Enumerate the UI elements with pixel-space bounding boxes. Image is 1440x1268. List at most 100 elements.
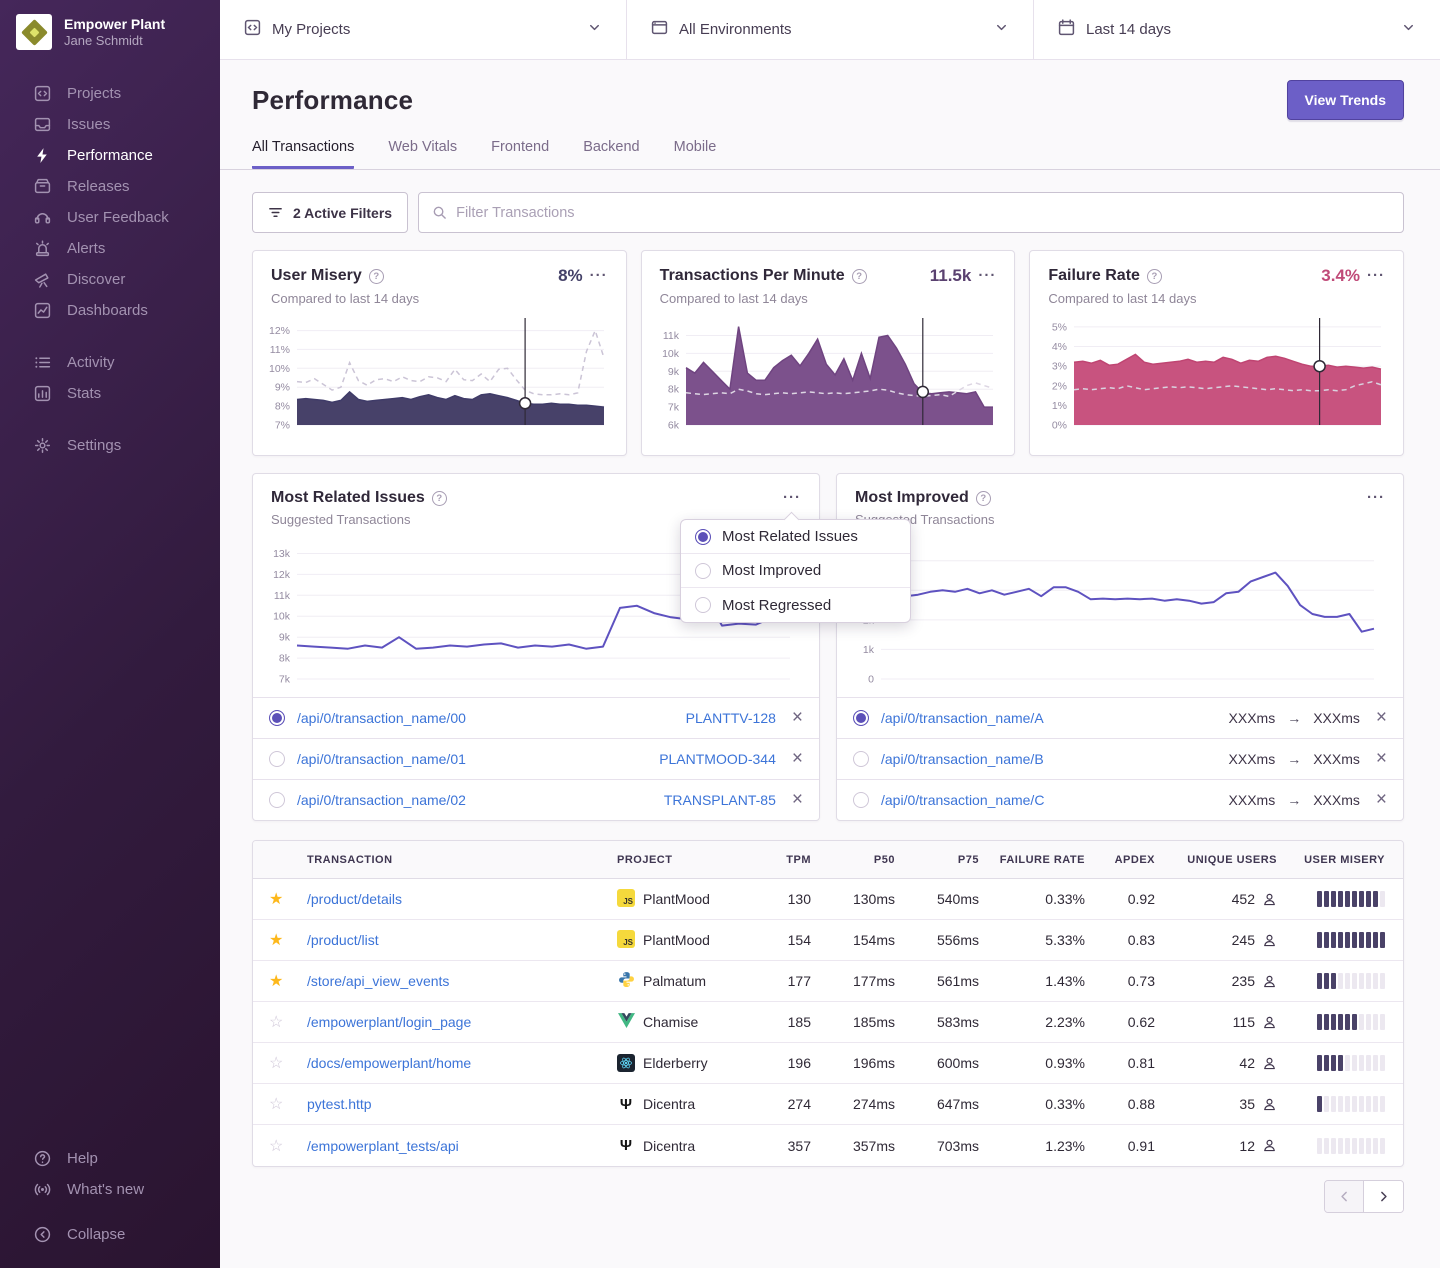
- sidebar-item-whats-new[interactable]: What's new: [0, 1174, 220, 1205]
- list-item[interactable]: /api/0/transaction_name/C XXXms XXXms: [837, 779, 1403, 820]
- tab-mobile[interactable]: Mobile: [674, 139, 717, 169]
- org-switcher[interactable]: Empower Plant Jane Schmidt: [0, 14, 220, 50]
- sidebar-item-dashboards[interactable]: Dashboards: [0, 295, 220, 326]
- table-row[interactable]: ★ /product/list PlantMood 154 154ms 556m…: [253, 920, 1403, 961]
- list-item[interactable]: /api/0/transaction_name/B XXXms XXXms: [837, 738, 1403, 779]
- issue-tag-link[interactable]: PLANTMOOD-344: [659, 751, 776, 767]
- failure-rate-card: Failure Rate 3.4% Compared to last 14 da…: [1029, 250, 1404, 456]
- list-item[interactable]: /api/0/transaction_name/A XXXms XXXms: [837, 697, 1403, 738]
- radio-button[interactable]: [853, 751, 869, 767]
- transaction-link[interactable]: /docs/empowerplant/home: [307, 1055, 471, 1071]
- card-subtitle: Suggested Transactions: [837, 507, 1403, 527]
- search-input[interactable]: [456, 205, 1390, 221]
- list-item[interactable]: /api/0/transaction_name/02 TRANSPLANT-85: [253, 779, 819, 820]
- sidebar-item-performance[interactable]: Performance: [0, 140, 220, 171]
- menu-item-most-related-issues[interactable]: Most Related Issues: [681, 520, 910, 554]
- table-row[interactable]: ★ /store/api_view_events Palmatum 177 17…: [253, 961, 1403, 1002]
- column-header-project[interactable]: PROJECT: [609, 854, 761, 866]
- menu-item-most-regressed[interactable]: Most Regressed: [681, 588, 910, 622]
- table-row[interactable]: ☆ /empowerplant_tests/api Dicentra 357 3…: [253, 1125, 1403, 1166]
- list-item[interactable]: /api/0/transaction_name/00 PLANTTV-128: [253, 697, 819, 738]
- column-header-p50[interactable]: P50: [819, 854, 903, 866]
- transaction-link[interactable]: /api/0/transaction_name/02: [297, 792, 466, 808]
- star-toggle[interactable]: ★: [269, 973, 283, 990]
- issue-tag-link[interactable]: TRANSPLANT-85: [664, 792, 776, 808]
- column-header-unique-users[interactable]: UNIQUE USERS: [1163, 854, 1285, 866]
- transaction-link[interactable]: /store/api_view_events: [307, 973, 449, 989]
- close-icon[interactable]: [1372, 711, 1387, 725]
- more-options-icon[interactable]: [783, 493, 801, 503]
- more-options-icon[interactable]: [978, 271, 996, 281]
- close-icon[interactable]: [1372, 752, 1387, 766]
- close-icon[interactable]: [788, 711, 803, 725]
- column-header-user-misery[interactable]: USER MISERY: [1285, 854, 1403, 866]
- table-row[interactable]: ☆ pytest.http Dicentra 274 274ms 647ms 0…: [253, 1084, 1403, 1125]
- transaction-link[interactable]: /api/0/transaction_name/B: [881, 751, 1044, 767]
- table-row[interactable]: ☆ /empowerplant/login_page Chamise 185 1…: [253, 1002, 1403, 1043]
- radio-button[interactable]: [269, 792, 285, 808]
- issue-tag-link[interactable]: PLANTTV-128: [686, 710, 776, 726]
- column-header-tpm[interactable]: TPM: [761, 854, 819, 866]
- sidebar-item-alerts[interactable]: Alerts: [0, 233, 220, 264]
- transaction-link[interactable]: /api/0/transaction_name/A: [881, 710, 1044, 726]
- more-options-icon[interactable]: [1367, 271, 1385, 281]
- menu-item-most-improved[interactable]: Most Improved: [681, 554, 910, 588]
- sidebar-item-discover[interactable]: Discover: [0, 264, 220, 295]
- sidebar-item-releases[interactable]: Releases: [0, 171, 220, 202]
- column-header-p75[interactable]: P75: [903, 854, 987, 866]
- close-icon[interactable]: [1372, 793, 1387, 807]
- radio-button[interactable]: [853, 792, 869, 808]
- previous-page-button[interactable]: [1325, 1181, 1364, 1212]
- radio-button[interactable]: [269, 751, 285, 767]
- list-item[interactable]: /api/0/transaction_name/01 PLANTMOOD-344: [253, 738, 819, 779]
- help-icon[interactable]: [852, 269, 867, 284]
- sidebar-item-stats[interactable]: Stats: [0, 378, 220, 409]
- next-page-button[interactable]: [1364, 1181, 1403, 1212]
- star-toggle[interactable]: ☆: [269, 1055, 283, 1072]
- project-filter-dropdown[interactable]: My Projects: [220, 0, 627, 59]
- environment-filter-dropdown[interactable]: All Environments: [627, 0, 1034, 59]
- transaction-link[interactable]: /empowerplant/login_page: [307, 1014, 471, 1030]
- transaction-link[interactable]: /api/0/transaction_name/00: [297, 710, 466, 726]
- tab-all-transactions[interactable]: All Transactions: [252, 139, 354, 169]
- transaction-link[interactable]: /product/list: [307, 932, 379, 948]
- active-filters-button[interactable]: 2 Active Filters: [252, 192, 408, 233]
- column-header-transaction[interactable]: TRANSACTION: [299, 854, 609, 866]
- transaction-link[interactable]: /api/0/transaction_name/01: [297, 751, 466, 767]
- sidebar-collapse-button[interactable]: Collapse: [0, 1219, 220, 1250]
- column-header-failure-rate[interactable]: FAILURE RATE: [987, 854, 1093, 866]
- radio-button[interactable]: [269, 710, 285, 726]
- radio-button[interactable]: [853, 710, 869, 726]
- help-icon[interactable]: [369, 269, 384, 284]
- star-toggle[interactable]: ☆: [269, 1014, 283, 1031]
- sidebar-item-settings[interactable]: Settings: [0, 430, 220, 461]
- tab-frontend[interactable]: Frontend: [491, 139, 549, 169]
- sidebar-item-user-feedback[interactable]: User Feedback: [0, 202, 220, 233]
- tab-backend[interactable]: Backend: [583, 139, 639, 169]
- more-options-icon[interactable]: [1367, 493, 1385, 503]
- close-icon[interactable]: [788, 752, 803, 766]
- help-icon[interactable]: [1147, 269, 1162, 284]
- sidebar-item-help[interactable]: Help: [0, 1143, 220, 1174]
- star-toggle[interactable]: ★: [269, 932, 283, 949]
- close-icon[interactable]: [788, 793, 803, 807]
- star-toggle[interactable]: ☆: [269, 1138, 283, 1155]
- help-icon[interactable]: [432, 491, 447, 506]
- tab-web-vitals[interactable]: Web Vitals: [388, 139, 457, 169]
- help-icon[interactable]: [976, 491, 991, 506]
- transaction-link[interactable]: /product/details: [307, 891, 402, 907]
- table-row[interactable]: ★ /product/details PlantMood 130 130ms 5…: [253, 879, 1403, 920]
- transaction-link[interactable]: pytest.http: [307, 1096, 372, 1112]
- transaction-link[interactable]: /api/0/transaction_name/C: [881, 792, 1044, 808]
- star-toggle[interactable]: ★: [269, 891, 283, 908]
- column-header-apdex[interactable]: APDEX: [1093, 854, 1163, 866]
- star-toggle[interactable]: ☆: [269, 1096, 283, 1113]
- date-range-dropdown[interactable]: Last 14 days: [1034, 0, 1440, 59]
- table-row[interactable]: ☆ /docs/empowerplant/home Elderberry 196…: [253, 1043, 1403, 1084]
- more-options-icon[interactable]: [590, 271, 608, 281]
- view-trends-button[interactable]: View Trends: [1287, 80, 1404, 120]
- sidebar-item-issues[interactable]: Issues: [0, 109, 220, 140]
- sidebar-item-activity[interactable]: Activity: [0, 347, 220, 378]
- transaction-link[interactable]: /empowerplant_tests/api: [307, 1138, 459, 1154]
- sidebar-item-projects[interactable]: Projects: [0, 78, 220, 109]
